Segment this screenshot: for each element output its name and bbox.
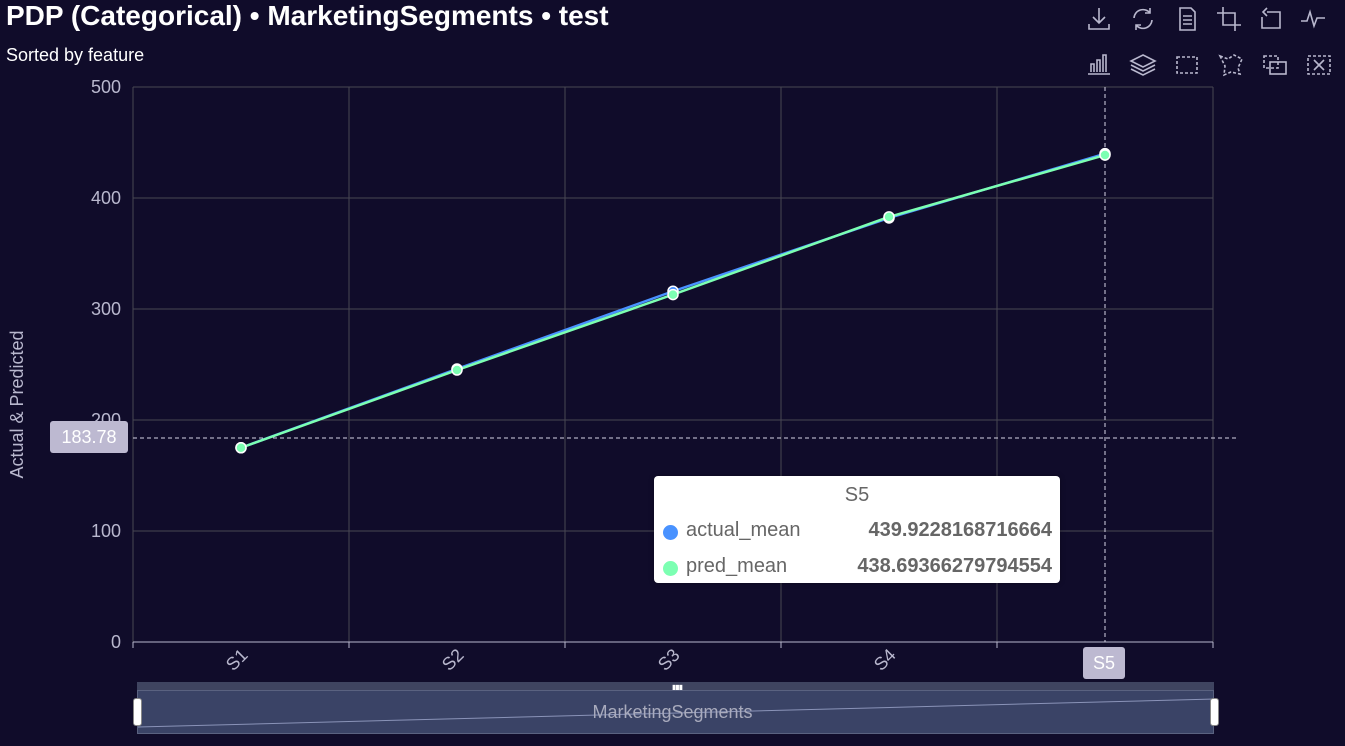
tooltip-row-actual: actual_mean 439.9228168716664 xyxy=(662,519,1052,549)
x-tick-label: S4 xyxy=(870,645,900,675)
x-tick-label: S1 xyxy=(222,645,252,675)
y-axis-label: Actual & Predicted xyxy=(7,330,27,478)
tooltip-row-pred: pred_mean 438.69366279794554 xyxy=(662,555,1052,585)
series-line-pred_mean xyxy=(240,153,1106,449)
y-tick-label: 500 xyxy=(91,77,121,97)
y-tick-label: 300 xyxy=(91,299,121,319)
data-point-pred_mean[interactable] xyxy=(667,288,679,301)
y-tick-label: 400 xyxy=(91,188,121,208)
tooltip-series-name: actual_mean xyxy=(686,519,801,541)
x-tick-label: S3 xyxy=(654,645,684,675)
data-point-pred_mean[interactable] xyxy=(1099,149,1111,161)
tooltip-series-value: 438.69366279794554 xyxy=(857,555,1052,577)
y-tick-label: 0 xyxy=(111,632,121,652)
pred-legend-dot xyxy=(663,561,678,576)
x-pointer-badge: S5 xyxy=(1083,647,1125,679)
actual-legend-dot xyxy=(663,525,678,540)
tooltip: S5 actual_mean 439.9228168716664 pred_me… xyxy=(654,476,1060,583)
data-point-pred_mean[interactable] xyxy=(235,442,247,454)
x-tick-label: S2 xyxy=(438,645,468,675)
tooltip-series-value: 439.9228168716664 xyxy=(868,519,1052,541)
y-pointer-badge: 183.78 xyxy=(50,421,128,453)
y-tick-label: 100 xyxy=(91,521,121,541)
data-point-pred_mean[interactable] xyxy=(883,211,895,223)
data-zoom-label: MarketingSegments xyxy=(592,702,753,722)
data-point-pred_mean[interactable] xyxy=(451,364,463,376)
tooltip-title: S5 xyxy=(844,484,870,506)
tooltip-series-name: pred_mean xyxy=(686,555,788,577)
line-chart[interactable]: 0100200300400500S1 S2 S3 S4Actual & Predict… xyxy=(0,0,1345,746)
